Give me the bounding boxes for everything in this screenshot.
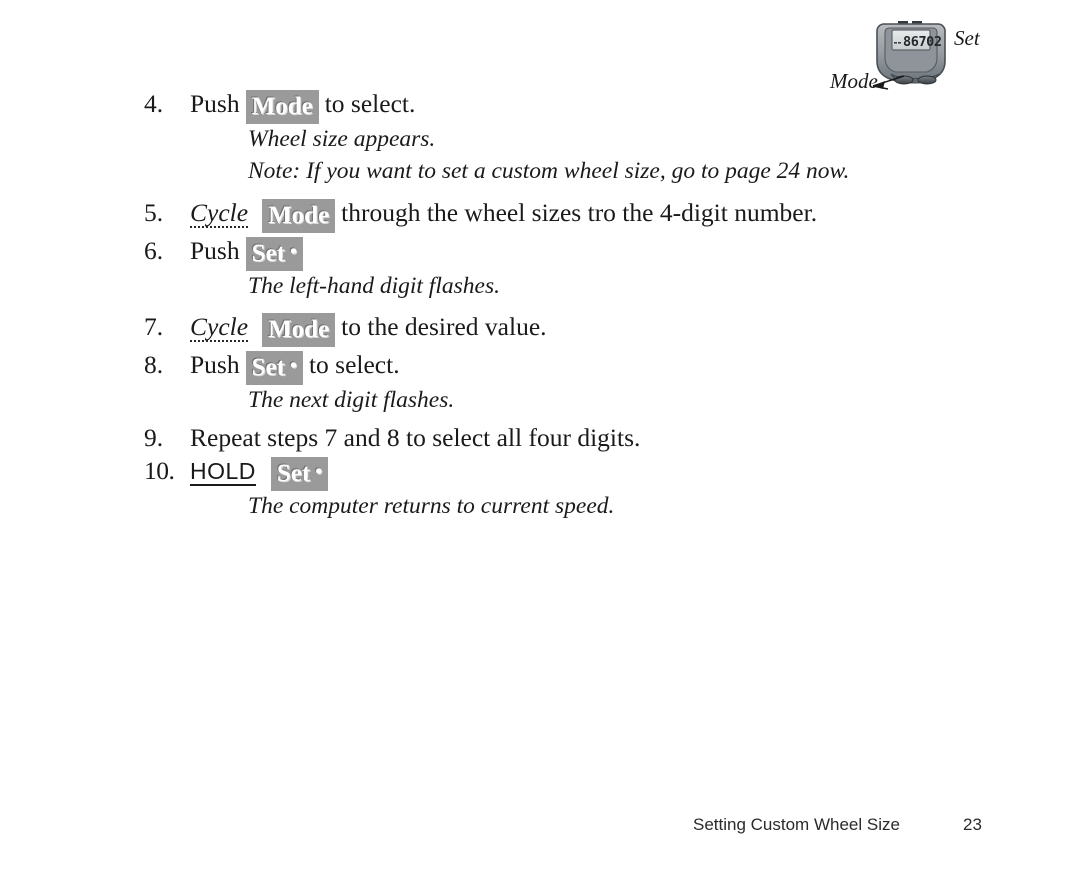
step-body: Push Set • to select. <box>190 349 400 385</box>
footer-section-title: Setting Custom Wheel Size <box>693 815 900 834</box>
step-item: 8. Push Set • to select. <box>144 349 934 385</box>
set-button <box>917 75 937 85</box>
step-item: 9. Repeat steps 7 and 8 to select all fo… <box>144 425 934 451</box>
step-number: 10. <box>144 455 175 485</box>
step-note: The next digit flashes. <box>248 386 455 413</box>
step-number: 6. <box>144 235 164 265</box>
step-item: 4. Push Mode to select. <box>144 88 934 124</box>
step-number: 7. <box>144 311 164 341</box>
step-lead-text: Push <box>190 235 240 265</box>
step-body: Cycle Mode through the wheel sizes tro t… <box>190 197 818 233</box>
step-number: 4. <box>144 89 164 118</box>
step-lead-text: Push <box>190 349 240 379</box>
key-badge-bullet-icon: • <box>289 355 297 378</box>
key-badge-set[interactable]: Set • <box>270 456 329 491</box>
step-lead-text: Repeat steps 7 and 8 to select all four … <box>190 423 641 453</box>
step-note: Note: If you want to set a custom wheel … <box>248 158 850 185</box>
hold-label: HOLD <box>190 457 256 486</box>
key-badge-label: Mode <box>251 93 313 120</box>
key-badge-bullet-icon: • <box>289 241 297 264</box>
step-lead-text: Push <box>190 89 240 118</box>
step-item: 5. Cycle Mode through the wheel sizes tr… <box>144 197 934 233</box>
step-number: 8. <box>144 349 164 379</box>
step-body: Push Set • <box>190 235 309 271</box>
step-trail-text: to the desired value. <box>341 311 547 341</box>
key-badge-bullet-icon: • <box>315 461 323 484</box>
footer-page-number: 23 <box>963 815 982 834</box>
key-badge-mode[interactable]: Mode <box>262 312 336 347</box>
key-badge-set[interactable]: Set • <box>245 350 303 385</box>
step-body: Cycle Mode to the desired value. <box>190 311 547 347</box>
step-cue-cycle: Cycle <box>190 197 249 229</box>
step-item: 10. HOLD Set • <box>144 455 934 491</box>
key-badge-label: Set <box>276 459 311 487</box>
step-trail-text: to select. <box>308 349 400 379</box>
step-item: 7. Cycle Mode to the desired value. <box>144 311 934 347</box>
key-badge-label: Set <box>251 239 285 267</box>
step-body: Push Mode to select. <box>190 88 416 124</box>
figure-label-set: Set <box>954 26 980 50</box>
display-top-ticks <box>898 21 922 24</box>
step-cue-cycle: Cycle <box>190 311 249 343</box>
key-badge-label: Set <box>251 353 285 381</box>
step-item: 6. Push Set • <box>144 235 934 271</box>
step-body: HOLD Set • <box>190 455 334 491</box>
step-trail-text: through the wheel sizes tro the 4-digit … <box>341 197 818 227</box>
step-note: Wheel size appears. <box>248 126 436 152</box>
step-note: The computer returns to current speed. <box>248 492 615 519</box>
key-badge-mode[interactable]: Mode <box>245 90 319 124</box>
lcd-digits: 86702 <box>903 34 942 50</box>
mode-button <box>894 75 914 85</box>
step-body: Repeat steps 7 and 8 to select all four … <box>190 425 640 451</box>
key-badge-label: Mode <box>268 201 330 229</box>
step-note: The left-hand digit flashes. <box>248 272 500 299</box>
key-badge-label: Mode <box>268 315 330 343</box>
key-badge-set[interactable]: Set • <box>245 236 303 271</box>
step-number: 5. <box>144 197 164 227</box>
step-number: 9. <box>144 423 164 453</box>
instruction-list: 4. Push Mode to select. Wheel size appea… <box>144 88 934 525</box>
key-badge-mode[interactable]: Mode <box>262 198 336 233</box>
step-trail-text: to select. <box>324 89 416 118</box>
